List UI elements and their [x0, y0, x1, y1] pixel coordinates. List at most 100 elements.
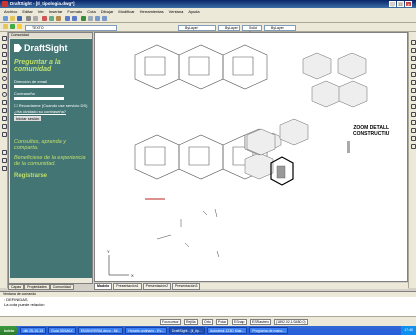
snap-toggle[interactable]: Forzcursor	[160, 319, 181, 325]
zoom-extents-icon[interactable]	[102, 16, 107, 21]
menu-editar[interactable]: Editar	[22, 9, 32, 14]
copy-entity-icon[interactable]	[410, 48, 416, 53]
maximize-button[interactable]: □	[397, 1, 404, 7]
ucs-icon: X Y	[107, 249, 134, 278]
remember-checkbox[interactable]: ☐ Recordarme (Cuando use servicio DS)	[14, 103, 88, 108]
text-icon[interactable]	[1, 132, 7, 137]
region-icon[interactable]	[1, 124, 7, 129]
tab-presentacion3[interactable]: Presentación3	[172, 282, 201, 290]
print-preview-icon[interactable]	[33, 16, 38, 21]
menu-insertar[interactable]: Insertar	[49, 9, 63, 14]
paste-icon[interactable]	[56, 16, 61, 21]
rotate-icon[interactable]	[410, 88, 416, 93]
task-item[interactable]: ENGINYERIA deco - Mi...	[77, 327, 124, 334]
task-item-active[interactable]: DraftSight - [Il_tip...	[168, 327, 205, 334]
redo-icon[interactable]	[72, 16, 77, 21]
task-item[interactable]: dib 25-10-13	[20, 327, 47, 334]
polygon-icon[interactable]	[1, 52, 7, 57]
grid-toggle[interactable]: Rejilla	[184, 319, 198, 325]
tab-modelo[interactable]: Modelo	[94, 282, 113, 290]
task-item[interactable]: Programa de mano...	[249, 327, 289, 334]
line-icon[interactable]	[1, 36, 7, 41]
copy-icon[interactable]	[49, 16, 54, 21]
password-field[interactable]	[14, 97, 64, 100]
offset-icon[interactable]	[410, 64, 416, 69]
register-link[interactable]: Registrarse	[14, 173, 88, 179]
esnap-toggle[interactable]: ESnap	[232, 319, 247, 325]
zoom-icon[interactable]	[88, 16, 93, 21]
mirror-icon[interactable]	[410, 56, 416, 61]
menu-cota[interactable]: Cota	[87, 9, 95, 14]
cut-icon[interactable]	[42, 16, 47, 21]
table-icon[interactable]	[1, 158, 7, 163]
menu-formato[interactable]: Formato	[67, 9, 82, 14]
estrack-toggle[interactable]: ESRastreo	[250, 319, 271, 325]
task-item[interactable]: Guía 3D/MAX	[48, 327, 76, 334]
open-folder-icon[interactable]	[10, 16, 15, 21]
tab-propiedades[interactable]: Propiedades	[24, 284, 50, 290]
ellipse-icon[interactable]	[1, 92, 7, 97]
drawing-canvas[interactable]: X Y ZOOM DETALL CONSTRUCTIU	[94, 32, 408, 282]
menu-ayuda[interactable]: Ayuda	[188, 9, 199, 14]
login-button[interactable]: Iniciar sesión	[14, 116, 42, 121]
detail-block[interactable]	[276, 165, 286, 179]
circle-icon[interactable]	[1, 76, 7, 81]
tab-presentacion2[interactable]: Presentación2	[142, 282, 172, 290]
menu-ver[interactable]: Ver	[38, 9, 44, 14]
close-button[interactable]: ×	[405, 1, 412, 7]
task-item[interactable]: Autodesk 123D Mak...	[206, 327, 248, 334]
lineweight-select[interactable]: Solid line	[242, 24, 262, 35]
fillet-icon[interactable]	[410, 136, 416, 141]
layer-select[interactable]: TEXTO	[25, 24, 117, 31]
properties-toolbar: TEXTO ByLayer ByLayer Solid line ByLayer	[0, 23, 416, 35]
array-icon[interactable]	[410, 72, 416, 77]
stretch-icon[interactable]	[410, 104, 416, 109]
menu-ventana[interactable]: Ventana	[169, 9, 184, 14]
forgot-password-link[interactable]: ¿Ha olvidado su contraseña?	[14, 109, 88, 114]
print-icon[interactable]	[26, 16, 31, 21]
zoom-detail-label: ZOOM DETALL CONSTRUCTIU	[353, 125, 390, 137]
tab-comunidad[interactable]: Comunidad	[49, 284, 74, 290]
spline-icon[interactable]	[1, 84, 7, 89]
tab-capas[interactable]: Capas	[8, 284, 25, 290]
explode-icon[interactable]	[410, 144, 416, 149]
new-file-icon[interactable]	[3, 16, 8, 21]
block-icon[interactable]	[1, 100, 7, 105]
pan-icon[interactable]	[81, 16, 86, 21]
rectangle-icon[interactable]	[1, 60, 7, 65]
extend-icon[interactable]	[410, 120, 416, 125]
ortho-toggle[interactable]: Orto	[202, 319, 213, 325]
layout-tabs: Modelo Presentación1 Presentación2 Prese…	[94, 282, 408, 290]
color-select[interactable]: ByLayer	[178, 24, 216, 31]
polar-toggle[interactable]: Polar	[216, 319, 229, 325]
menu-dibujar[interactable]: Dibujar	[101, 9, 114, 14]
arc-icon[interactable]	[1, 68, 7, 73]
dimension-icon[interactable]	[1, 150, 7, 155]
layer-freeze-icon[interactable]	[17, 24, 22, 29]
start-button[interactable]: Inicio	[0, 326, 19, 335]
menu-herramientas[interactable]: Herramientas	[140, 9, 164, 14]
linetype-select[interactable]: ByLayer	[218, 24, 240, 31]
hatch-icon[interactable]	[1, 116, 7, 121]
menu-modificar[interactable]: Modificar	[118, 9, 134, 14]
menu-archivo[interactable]: Archivo	[4, 9, 17, 14]
insert-icon[interactable]	[1, 166, 7, 171]
plotstyle-select[interactable]: ByLayer	[264, 24, 296, 31]
trim-icon[interactable]	[410, 112, 416, 117]
email-field[interactable]	[14, 85, 64, 88]
tab-presentacion1[interactable]: Presentación1	[113, 282, 142, 290]
minimize-button[interactable]: _	[389, 1, 396, 7]
scale-icon[interactable]	[410, 96, 416, 101]
save-icon[interactable]	[17, 16, 22, 21]
point-icon[interactable]	[1, 108, 7, 113]
layer-on-icon[interactable]	[10, 24, 15, 29]
erase-icon[interactable]	[410, 40, 416, 45]
task-item[interactable]: Horaris ordinaris - Ev...	[125, 327, 167, 334]
undo-icon[interactable]	[65, 16, 70, 21]
layer-manager-icon[interactable]	[3, 24, 8, 29]
polyline-icon[interactable]	[1, 44, 7, 49]
break-icon[interactable]	[410, 128, 416, 133]
zoom-window-icon[interactable]	[95, 16, 100, 21]
move-icon[interactable]	[410, 80, 416, 85]
command-window[interactable]: Ventana de comando : DEFINIDAS La cota p…	[0, 291, 416, 316]
